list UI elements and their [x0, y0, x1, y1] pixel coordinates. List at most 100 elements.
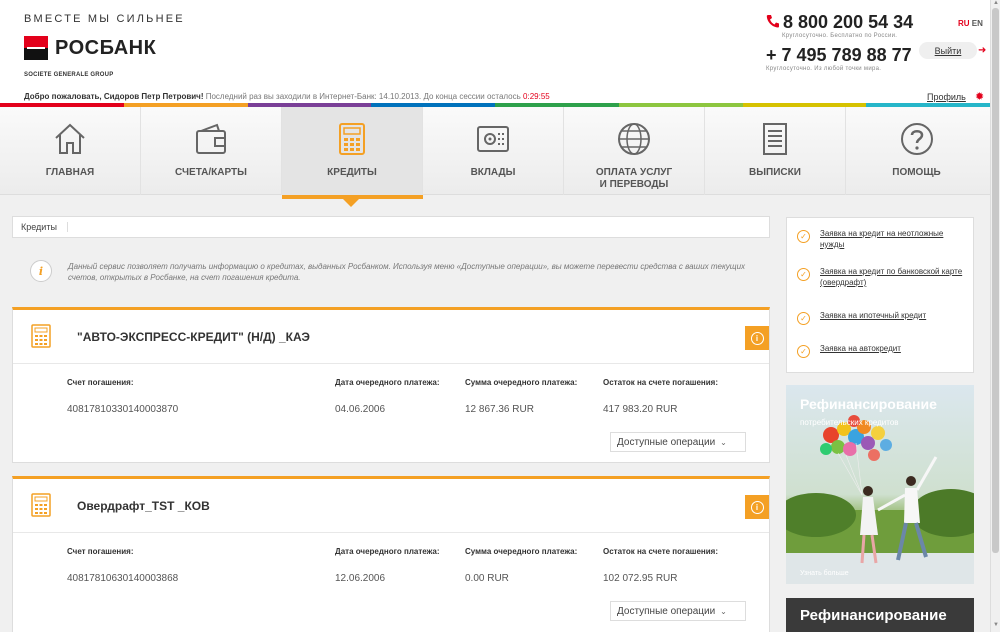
col-header-account: Счет погашения: — [67, 378, 134, 387]
credit-amount: 12 867.36 RUR — [465, 404, 534, 415]
nav-item-payments[interactable]: ОПЛАТА УСЛУГ И ПЕРЕВОДЫ — [564, 107, 705, 195]
promo-banner-secondary[interactable]: Рефинансирование — [786, 598, 974, 632]
calculator-icon — [339, 123, 365, 155]
col-header-amount: Сумма очередного платежа: — [465, 547, 578, 556]
lang-en[interactable]: EN — [972, 19, 983, 28]
credit-card: "АВТО-ЭКСПРЕСС-КРЕДИТ" (Н/Д) _КАЭ i Счет… — [12, 307, 770, 463]
logo-subtitle: SOCIETE GENERALE GROUP — [24, 72, 114, 78]
sidebar-link[interactable]: Заявка на ипотечный кредит — [820, 310, 968, 325]
check-icon: ✓ — [797, 230, 810, 243]
logout-button[interactable]: Выйти — [919, 42, 977, 59]
nav-item-home[interactable]: ГЛАВНАЯ — [0, 107, 141, 195]
scroll-down-icon[interactable]: ▼ — [993, 622, 999, 628]
language-switch: RU EN — [958, 19, 983, 28]
nav-item-help[interactable]: ПОМОЩЬ — [846, 107, 987, 195]
banner-more-link[interactable]: Узнать больше — [800, 570, 849, 577]
session-label: До конца сессии осталось — [423, 92, 521, 101]
breadcrumb-item-credits[interactable]: Кредиты — [21, 222, 68, 232]
nav-item-deposits[interactable]: ВКЛАДЫ — [423, 107, 564, 195]
available-operations-dropdown[interactable]: Доступные операции ⌄ — [610, 432, 746, 452]
credit-date: 04.06.2006 — [335, 404, 386, 415]
phone-secondary[interactable]: + 7 495 789 88 77 — [766, 45, 913, 66]
scrollbar[interactable]: ▲ ▼ — [990, 0, 1000, 632]
sidebar-item-mortgage[interactable]: ✓ Заявка на ипотечный кредит — [797, 310, 968, 325]
dropdown-label: Доступные операции — [617, 605, 716, 617]
col-header-amount: Сумма очередного платежа: — [465, 378, 578, 387]
breadcrumb: Кредиты — [12, 216, 770, 238]
check-icon: ✓ — [797, 268, 810, 281]
logo[interactable]: РОСБАНК — [24, 36, 156, 60]
nav-item-statements[interactable]: ВЫПИСКИ — [705, 107, 846, 195]
check-icon: ✓ — [797, 345, 810, 358]
nav-label: СЧЕТА/КАРТЫ — [175, 167, 247, 178]
session-timer: 0:29:55 — [523, 92, 550, 101]
banner-title: Рефинансирование — [800, 396, 937, 412]
nav-label: ОПЛАТА УСЛУГ И ПЕРЕВОДЫ — [564, 167, 704, 191]
nav-label: ВКЛАДЫ — [470, 167, 516, 178]
wallet-icon — [196, 123, 226, 154]
dropdown-label: Доступные операции — [617, 436, 716, 448]
logo-text: РОСБАНК — [55, 36, 157, 59]
logout-arrow-icon: ➜ — [978, 45, 987, 56]
promo-banner[interactable]: Рефинансирование потребительских кредито… — [786, 385, 974, 584]
nav-item-accounts[interactable]: СЧЕТА/КАРТЫ — [141, 107, 282, 195]
scrollbar-thumb[interactable] — [992, 8, 999, 553]
gear-icon[interactable]: ✹ — [975, 90, 984, 103]
credit-info-button[interactable]: i — [745, 326, 769, 350]
home-icon — [55, 123, 85, 154]
credit-title: "АВТО-ЭКСПРЕСС-КРЕДИТ" (Н/Д) _КАЭ — [77, 330, 310, 344]
welcome-text: Добро пожаловать, Сидоров Петр Петрович! — [24, 92, 204, 101]
credit-account: 40817810630140003868 — [67, 573, 179, 584]
sidebar-item-card-overdraft[interactable]: ✓ Заявка на кредит по банковской карте (… — [797, 266, 968, 288]
banner-title: Рефинансирование — [800, 607, 947, 624]
calculator-icon — [31, 493, 51, 517]
sidebar-link[interactable]: Заявка на кредит на неотложные нужды — [820, 228, 968, 250]
col-header-balance: Остаток на счете погашения: — [603, 547, 718, 556]
credit-balance: 417 983.20 RUR — [603, 404, 678, 415]
slogan: ВМЕСТЕ МЫ СИЛЬНЕЕ — [24, 13, 185, 25]
banner-subtitle: потребительских кредитов — [800, 418, 899, 427]
col-header-account: Счет погашения: — [67, 547, 134, 556]
safe-icon — [477, 126, 509, 152]
credit-card: Овердрафт_TST _КОВ i Счет погашения: Дат… — [12, 476, 770, 632]
col-header-date: Дата очередного платежа: — [335, 547, 440, 556]
logo-icon — [24, 36, 48, 60]
scroll-up-icon[interactable]: ▲ — [993, 0, 999, 6]
col-header-date: Дата очередного платежа: — [335, 378, 440, 387]
info-icon: i — [750, 331, 764, 345]
nav-label-line1: ОПЛАТА УСЛУГ — [595, 167, 673, 178]
help-icon — [900, 123, 933, 155]
nav-active-pointer — [342, 198, 360, 207]
check-icon: ✓ — [797, 312, 810, 325]
calculator-icon — [31, 324, 51, 348]
nav-item-credits[interactable]: КРЕДИТЫ — [282, 107, 423, 195]
last-visit: Последний раз вы заходили в Интернет-Бан… — [205, 92, 422, 101]
chevron-down-icon: ⌄ — [720, 606, 727, 616]
phone-primary[interactable]: 8 800 200 54 34 — [783, 12, 913, 33]
globe-icon — [618, 123, 650, 155]
phone-primary-note: Круглосуточно. Бесплатно по России. — [782, 33, 898, 39]
phone-icon — [766, 14, 780, 32]
credit-account: 40817810330140003870 — [67, 404, 179, 415]
info-icon: i — [30, 260, 52, 282]
lang-ru[interactable]: RU — [958, 19, 970, 28]
document-icon — [763, 123, 787, 155]
credit-info-button[interactable]: i — [745, 495, 769, 519]
info-icon: i — [750, 500, 764, 514]
nav-label-line2: И ПЕРЕВОДЫ — [599, 179, 669, 190]
credit-date: 12.06.2006 — [335, 573, 386, 584]
nav-label: КРЕДИТЫ — [327, 167, 377, 178]
info-text: Данный сервис позволяет получать информа… — [68, 262, 746, 282]
chevron-down-icon: ⌄ — [720, 437, 727, 447]
credit-balance: 102 072.95 RUR — [603, 573, 678, 584]
profile-link[interactable]: Профиль — [927, 92, 966, 102]
sidebar-item-consumer-credit[interactable]: ✓ Заявка на кредит на неотложные нужды — [797, 228, 968, 250]
col-header-balance: Остаток на счете погашения: — [603, 378, 718, 387]
sidebar-item-auto-credit[interactable]: ✓ Заявка на автокредит — [797, 343, 968, 358]
nav-label: ПОМОЩЬ — [892, 167, 941, 178]
sidebar-link[interactable]: Заявка на автокредит — [820, 343, 968, 358]
nav-label: ГЛАВНАЯ — [45, 167, 95, 178]
available-operations-dropdown[interactable]: Доступные операции ⌄ — [610, 601, 746, 621]
sidebar-link[interactable]: Заявка на кредит по банковской карте (ов… — [820, 266, 968, 288]
banner-image — [786, 415, 974, 584]
